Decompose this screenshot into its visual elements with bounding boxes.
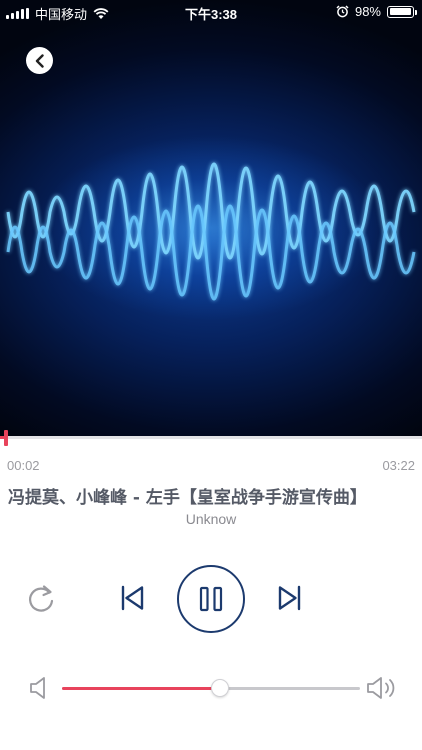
artist-name: Unknow (185, 511, 237, 527)
play-pause-button[interactable] (177, 565, 245, 633)
battery-percent: 98% (354, 4, 381, 19)
status-bar: 中国移动 下午3:38 98% (0, 0, 422, 24)
volume-max-button[interactable] (364, 674, 400, 702)
volume-high-icon (367, 677, 395, 699)
current-time: 00:02 (7, 458, 40, 473)
battery-icon (387, 5, 417, 18)
sound-wave-graphic (0, 162, 422, 301)
song-title: 冯提莫、小峰峰 - 左手【皇室战争手游宣传曲】 (8, 488, 367, 508)
pause-icon (199, 586, 223, 612)
album-artwork: 中国移动 下午3:38 98% (0, 0, 422, 438)
chevron-left-icon (35, 53, 44, 68)
volume-mute-button[interactable] (26, 674, 52, 702)
status-bar-right: 98% (336, 4, 417, 19)
repeat-icon (29, 585, 54, 612)
volume-handle[interactable] (211, 679, 229, 697)
alarm-icon (336, 5, 349, 18)
volume-fill (62, 687, 220, 690)
previous-button[interactable] (114, 580, 150, 616)
total-time: 03:22 (382, 458, 415, 473)
progress-handle[interactable] (4, 430, 8, 446)
skip-previous-icon (121, 585, 144, 611)
skip-next-icon (278, 585, 301, 611)
repeat-button[interactable] (22, 580, 60, 618)
back-button[interactable] (26, 47, 53, 74)
volume-slider[interactable] (62, 679, 360, 697)
battery-fill (389, 8, 412, 15)
progress-bar[interactable] (0, 436, 422, 439)
next-button[interactable] (272, 580, 308, 616)
volume-low-icon (30, 677, 45, 699)
